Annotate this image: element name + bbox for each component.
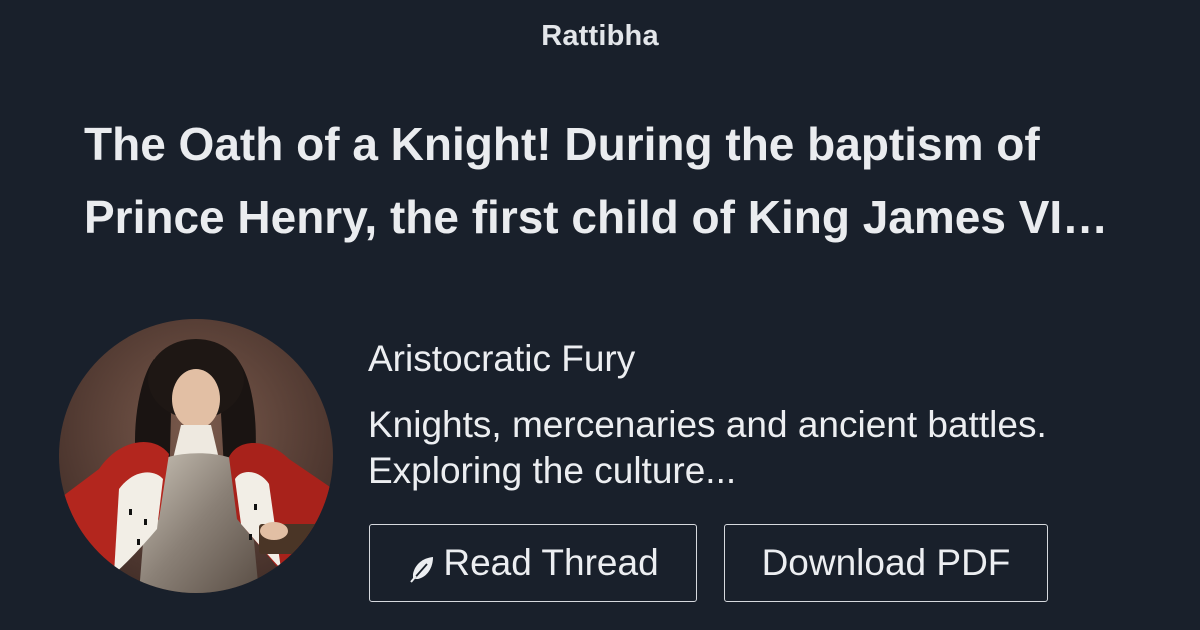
author-name[interactable]: Aristocratic Fury <box>368 336 635 382</box>
read-thread-label: Read Thread <box>443 542 659 583</box>
site-brand: Rattibha <box>541 20 659 52</box>
author-avatar <box>59 319 333 593</box>
download-pdf-button[interactable]: Download PDF <box>724 524 1048 602</box>
feather-icon <box>407 551 437 583</box>
author-bio-line: Knights, mercenaries and ancient battles… <box>368 404 1047 445</box>
knight-portrait-image <box>59 319 333 593</box>
download-pdf-label: Download PDF <box>761 542 1011 583</box>
author-bio: Knights, mercenaries and ancient battles… <box>368 402 1158 494</box>
read-thread-button[interactable]: Read Thread <box>369 524 697 602</box>
thread-title: The Oath of a Knight! During the baptism… <box>84 118 1109 243</box>
author-bio-line: Exploring the culture... <box>368 450 737 491</box>
